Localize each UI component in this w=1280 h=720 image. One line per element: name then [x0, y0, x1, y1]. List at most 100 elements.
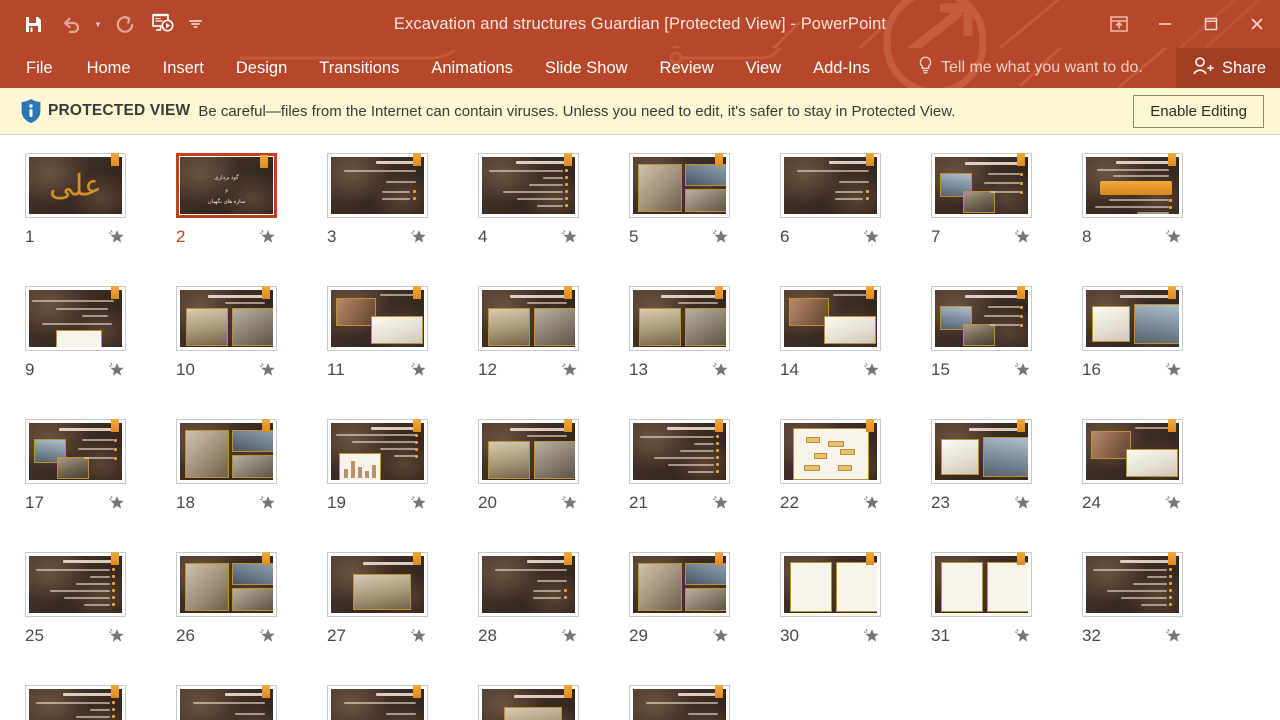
tab-insert[interactable]: Insert: [147, 53, 220, 84]
animation-star-icon[interactable]: [561, 627, 579, 645]
slide-thumbnail-23[interactable]: [931, 419, 1032, 484]
tab-design[interactable]: Design: [220, 53, 303, 84]
tell-me-box[interactable]: Tell me what you want to do.: [918, 56, 1143, 80]
transition-marker-icon[interactable]: [1017, 286, 1025, 299]
slide-cell[interactable]: 14: [755, 282, 906, 415]
transition-marker-icon[interactable]: [715, 552, 723, 565]
tab-review[interactable]: Review: [644, 53, 730, 84]
slide-thumbnail-14[interactable]: [780, 286, 881, 351]
slide-cell[interactable]: 10: [151, 282, 302, 415]
slide-thumbnail-11[interactable]: [327, 286, 428, 351]
slide-thumbnail-29[interactable]: [629, 552, 730, 617]
transition-marker-icon[interactable]: [262, 286, 270, 299]
tab-transitions[interactable]: Transitions: [303, 53, 415, 84]
animation-star-icon[interactable]: [259, 361, 277, 379]
slide-thumbnail-28[interactable]: [478, 552, 579, 617]
slide-thumbnail-21[interactable]: [629, 419, 730, 484]
close-button[interactable]: [1234, 4, 1280, 44]
transition-marker-icon[interactable]: [111, 286, 119, 299]
transition-marker-icon[interactable]: [866, 552, 874, 565]
animation-star-icon[interactable]: [410, 627, 428, 645]
slide-cell[interactable]: 9: [0, 282, 151, 415]
animation-star-icon[interactable]: [712, 494, 730, 512]
animation-star-icon[interactable]: [108, 228, 126, 246]
slide-thumbnail-20[interactable]: [478, 419, 579, 484]
slide-thumbnail-2[interactable]: گود برداری و سازه های نگهبان: [176, 153, 277, 218]
slide-thumbnail-15[interactable]: [931, 286, 1032, 351]
transition-marker-icon[interactable]: [564, 419, 572, 432]
slide-cell[interactable]: 31: [906, 548, 1057, 681]
animation-star-icon[interactable]: [259, 494, 277, 512]
tab-add-ins[interactable]: Add-Ins: [797, 53, 886, 84]
animation-star-icon[interactable]: [1165, 494, 1183, 512]
animation-star-icon[interactable]: [863, 361, 881, 379]
animation-star-icon[interactable]: [863, 627, 881, 645]
animation-star-icon[interactable]: [1165, 361, 1183, 379]
minimize-button[interactable]: [1142, 4, 1188, 44]
transition-marker-icon[interactable]: [715, 153, 723, 166]
slide-thumbnail-24[interactable]: [1082, 419, 1183, 484]
transition-marker-icon[interactable]: [1017, 552, 1025, 565]
slide-cell[interactable]: 11: [302, 282, 453, 415]
slide-thumbnail-17[interactable]: [25, 419, 126, 484]
animation-star-icon[interactable]: [1165, 627, 1183, 645]
slide-thumbnail-5[interactable]: [629, 153, 730, 218]
slide-cell[interactable]: 13: [604, 282, 755, 415]
animation-star-icon[interactable]: [561, 228, 579, 246]
slide-cell[interactable]: 21: [604, 415, 755, 548]
animation-star-icon[interactable]: [712, 627, 730, 645]
slide-thumbnail-35[interactable]: [327, 685, 428, 720]
transition-marker-icon[interactable]: [564, 685, 572, 698]
transition-marker-icon[interactable]: [564, 552, 572, 565]
transition-marker-icon[interactable]: [413, 153, 421, 166]
animation-star-icon[interactable]: [259, 228, 277, 246]
transition-marker-icon[interactable]: [866, 419, 874, 432]
animation-star-icon[interactable]: [108, 627, 126, 645]
transition-marker-icon[interactable]: [413, 286, 421, 299]
slide-cell[interactable]: 18: [151, 415, 302, 548]
animation-star-icon[interactable]: [410, 494, 428, 512]
tab-animations[interactable]: Animations: [415, 53, 529, 84]
slide-cell[interactable]: 32: [1057, 548, 1208, 681]
transition-marker-icon[interactable]: [866, 153, 874, 166]
slide-cell[interactable]: 24: [1057, 415, 1208, 548]
slide-cell[interactable]: 16: [1057, 282, 1208, 415]
animation-star-icon[interactable]: [108, 494, 126, 512]
slide-thumbnail-27[interactable]: [327, 552, 428, 617]
slide-thumbnail-18[interactable]: [176, 419, 277, 484]
transition-marker-icon[interactable]: [413, 552, 421, 565]
ribbon-display-options-button[interactable]: [1096, 4, 1142, 44]
tab-slide-show[interactable]: Slide Show: [529, 53, 644, 84]
slide-thumbnail-8[interactable]: [1082, 153, 1183, 218]
undo-dropdown-caret[interactable]: ▼: [90, 7, 106, 41]
slide-thumbnail-6[interactable]: [780, 153, 881, 218]
undo-button[interactable]: [52, 7, 90, 41]
animation-star-icon[interactable]: [863, 494, 881, 512]
transition-marker-icon[interactable]: [1168, 552, 1176, 565]
transition-marker-icon[interactable]: [1168, 419, 1176, 432]
animation-star-icon[interactable]: [712, 361, 730, 379]
start-presentation-button[interactable]: [144, 7, 182, 41]
transition-marker-icon[interactable]: [1017, 419, 1025, 432]
transition-marker-icon[interactable]: [413, 685, 421, 698]
slide-cell[interactable]: 3: [302, 149, 453, 282]
animation-star-icon[interactable]: [561, 494, 579, 512]
restore-button[interactable]: [1188, 4, 1234, 44]
slide-sorter-pane[interactable]: علی 1 گود برداری و سازه های نگهبان 2 3 4…: [0, 135, 1280, 720]
transition-marker-icon[interactable]: [262, 685, 270, 698]
slide-thumbnail-3[interactable]: [327, 153, 428, 218]
slide-thumbnail-32[interactable]: [1082, 552, 1183, 617]
tab-file[interactable]: File: [0, 53, 71, 84]
slide-thumbnail-4[interactable]: [478, 153, 579, 218]
transition-marker-icon[interactable]: [111, 153, 119, 166]
slide-cell[interactable]: 19: [302, 415, 453, 548]
animation-star-icon[interactable]: [1165, 228, 1183, 246]
transition-marker-icon[interactable]: [260, 155, 268, 168]
slide-cell[interactable]: 36: [453, 681, 604, 720]
slide-cell[interactable]: 15: [906, 282, 1057, 415]
transition-marker-icon[interactable]: [413, 419, 421, 432]
transition-marker-icon[interactable]: [111, 419, 119, 432]
slide-cell[interactable]: 17: [0, 415, 151, 548]
slide-cell[interactable]: 29: [604, 548, 755, 681]
slide-cell[interactable]: گود برداری و سازه های نگهبان 2: [151, 149, 302, 282]
